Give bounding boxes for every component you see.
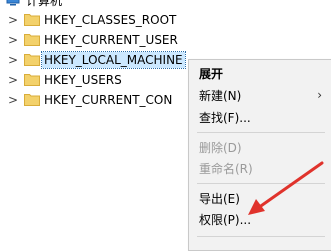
annotation-arrow-icon — [248, 161, 324, 215]
